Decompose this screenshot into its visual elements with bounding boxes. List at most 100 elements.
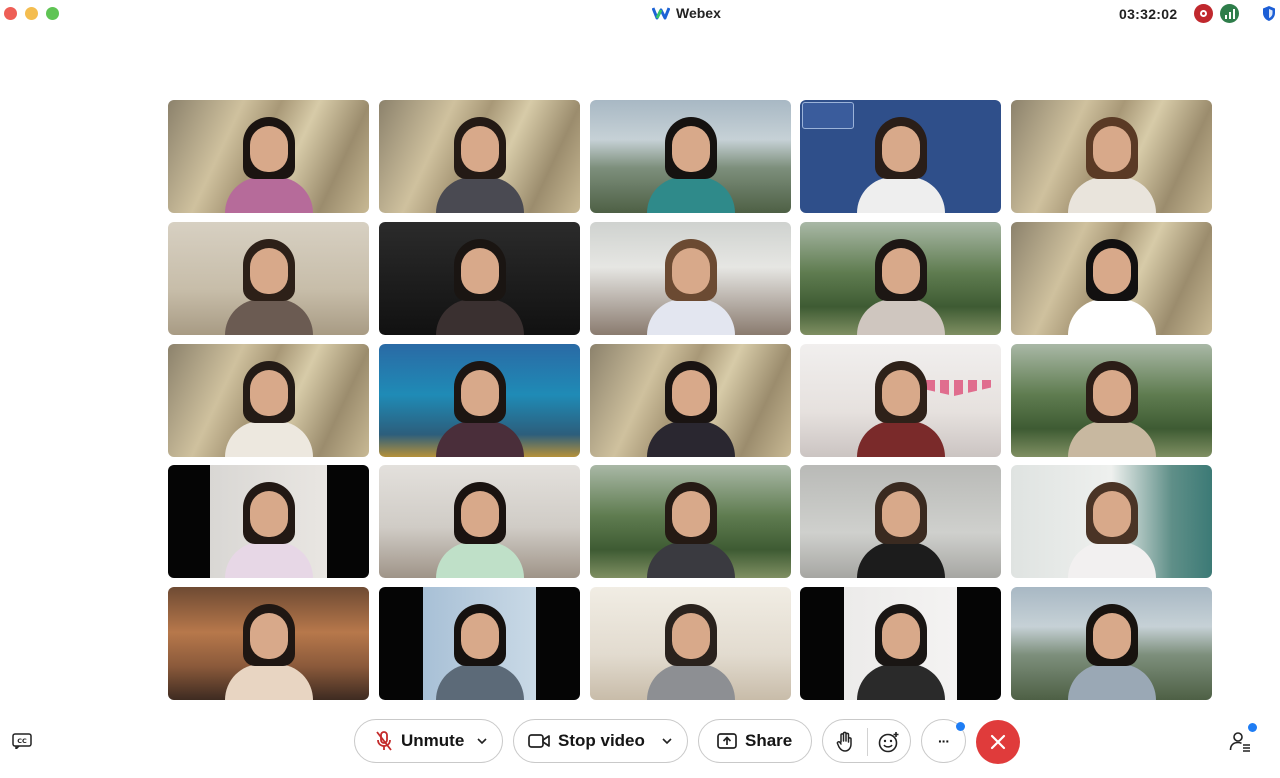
participant-figure [643, 596, 739, 700]
close-window-button[interactable] [4, 7, 17, 20]
participant-face [881, 491, 920, 537]
participant-figure [432, 596, 528, 700]
participant-body [1067, 421, 1156, 457]
participant-body [646, 177, 735, 213]
participant-face [671, 491, 710, 537]
participant-video-tile[interactable] [168, 100, 369, 213]
divider [867, 728, 868, 756]
participant-video-tile[interactable] [1011, 344, 1212, 457]
shield-icon[interactable] [1262, 5, 1276, 22]
participant-face [1092, 370, 1131, 416]
participant-face [881, 613, 920, 659]
participant-body [646, 664, 735, 700]
participant-video-tile[interactable] [168, 344, 369, 457]
participant-video-tile[interactable] [590, 222, 791, 335]
title-bar: Webex 03:32:02 [0, 0, 1280, 28]
participant-video-tile[interactable] [379, 587, 580, 700]
participant-face [1092, 126, 1131, 172]
recording-icon[interactable] [1194, 4, 1213, 23]
participant-face [671, 613, 710, 659]
participant-face [249, 613, 288, 659]
meeting-controls: Unmute Stop video Share ··· [0, 716, 1280, 766]
participant-figure [853, 474, 949, 578]
participant-face [249, 370, 288, 416]
participant-figure [221, 474, 317, 578]
participant-figure [221, 231, 317, 335]
hand-and-reactions-group [822, 719, 911, 763]
stop-video-button[interactable]: Stop video [513, 719, 688, 763]
participant-video-tile[interactable] [1011, 465, 1212, 578]
participant-body [435, 421, 524, 457]
raise-hand-icon[interactable] [836, 731, 854, 753]
participant-body [856, 177, 945, 213]
participant-figure [221, 596, 317, 700]
stop-video-label: Stop video [558, 731, 645, 750]
video-grid [168, 100, 1212, 700]
participant-body [435, 542, 524, 578]
zoom-window-button[interactable] [46, 7, 59, 20]
participant-face [671, 248, 710, 294]
participant-video-tile[interactable] [800, 587, 1001, 700]
participant-video-tile[interactable] [590, 465, 791, 578]
participant-video-tile[interactable] [590, 100, 791, 213]
participant-body [646, 421, 735, 457]
participant-body [856, 542, 945, 578]
share-screen-icon [717, 733, 737, 749]
chevron-down-icon[interactable] [661, 735, 673, 747]
participant-face [671, 370, 710, 416]
participant-video-tile[interactable] [379, 222, 580, 335]
participant-figure [221, 353, 317, 457]
more-options-notification-dot [956, 722, 965, 731]
participant-body [224, 421, 313, 457]
participant-face [249, 126, 288, 172]
participant-video-tile[interactable] [800, 100, 1001, 213]
participant-video-tile[interactable] [168, 465, 369, 578]
share-label: Share [745, 731, 793, 750]
participant-figure [853, 353, 949, 457]
chevron-down-icon[interactable] [476, 735, 488, 747]
participant-video-tile[interactable] [1011, 587, 1212, 700]
participant-video-tile[interactable] [590, 344, 791, 457]
unmute-label: Unmute [401, 731, 465, 750]
participants-icon[interactable] [1229, 730, 1251, 752]
participant-face [881, 370, 920, 416]
participant-face [460, 248, 499, 294]
unmute-button[interactable]: Unmute [354, 719, 503, 763]
participant-video-tile[interactable] [590, 587, 791, 700]
participant-body [1067, 664, 1156, 700]
participant-video-tile[interactable] [379, 100, 580, 213]
webex-logo-icon [652, 7, 670, 20]
share-button[interactable]: Share [698, 719, 812, 763]
reactions-emoji-icon[interactable] [878, 731, 900, 753]
participant-figure [643, 474, 739, 578]
participant-figure [432, 231, 528, 335]
participant-figure [853, 596, 949, 700]
participant-video-tile[interactable] [800, 344, 1001, 457]
participant-video-tile[interactable] [1011, 222, 1212, 335]
leave-meeting-button[interactable] [976, 720, 1020, 764]
participant-video-tile[interactable] [168, 222, 369, 335]
participant-face [881, 248, 920, 294]
participant-figure [643, 109, 739, 213]
participant-figure [853, 231, 949, 335]
participant-figure [432, 474, 528, 578]
participant-body [1067, 299, 1156, 335]
participant-body [224, 664, 313, 700]
minimize-window-button[interactable] [25, 7, 38, 20]
participant-figure [432, 353, 528, 457]
more-options-label: ··· [938, 733, 950, 749]
participant-video-tile[interactable] [168, 587, 369, 700]
participant-figure [1064, 231, 1160, 335]
participant-video-tile[interactable] [800, 222, 1001, 335]
participant-video-tile[interactable] [800, 465, 1001, 578]
network-health-icon[interactable] [1220, 4, 1239, 23]
participant-figure [1064, 474, 1160, 578]
participant-body [1067, 177, 1156, 213]
participant-figure [1064, 353, 1160, 457]
participant-video-tile[interactable] [379, 344, 580, 457]
participant-face [1092, 491, 1131, 537]
participant-video-tile[interactable] [379, 465, 580, 578]
participant-face [671, 126, 710, 172]
participant-video-tile[interactable] [1011, 100, 1212, 213]
participant-face [460, 126, 499, 172]
